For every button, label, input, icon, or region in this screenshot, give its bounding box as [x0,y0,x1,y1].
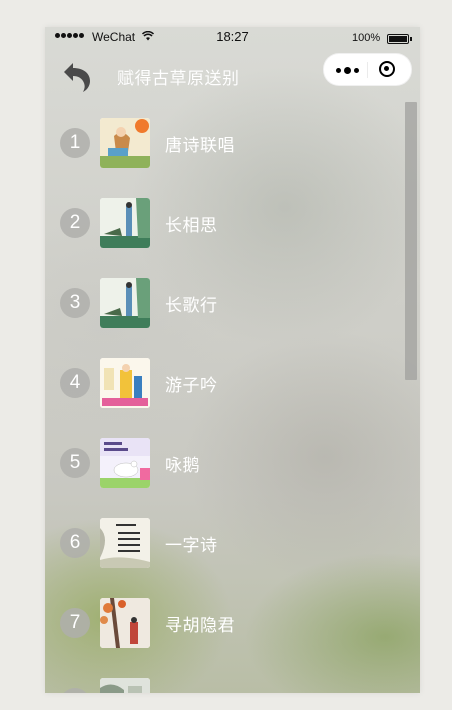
phone-screen: WeChat 18:27 100% 赋得古草原送别 1 唐诗联唱 2 长相思 3… [45,27,420,693]
battery-icon [387,34,412,44]
poem-list-item[interactable]: 3 长歌行 [45,273,405,333]
mini-program-capsule [323,53,412,86]
battery-percent: 100% [352,32,381,44]
capsule-divider [367,62,368,78]
poem-thumbnail [100,438,150,488]
poem-list-item[interactable] [45,673,405,693]
poem-title: 长相思 [165,216,218,236]
item-number: 4 [60,368,90,398]
item-number [60,688,90,693]
poem-thumbnail [100,198,150,248]
poem-title: 一字诗 [165,536,218,556]
poem-list-item[interactable]: 4 游子吟 [45,353,405,413]
item-number: 6 [60,528,90,558]
poem-list-item[interactable]: 2 长相思 [45,193,405,253]
more-options-icon[interactable] [336,67,359,74]
poem-title: 唐诗联唱 [165,136,235,156]
poem-thumbnail [100,598,150,648]
item-number: 3 [60,288,90,318]
poem-thumbnail [100,118,150,168]
item-number: 1 [60,128,90,158]
poem-thumbnail [100,518,150,568]
poem-thumbnail [100,278,150,328]
navigation-bar: 赋得古草原送别 [45,47,420,105]
poem-title: 游子吟 [165,376,218,396]
poem-thumbnail [100,358,150,408]
poem-list-item[interactable]: 5 咏鹅 [45,433,405,493]
item-number: 7 [60,608,90,638]
poem-list-item[interactable]: 7 寻胡隐君 [45,593,405,653]
poem-list-item[interactable]: 6 一字诗 [45,513,405,573]
scrollbar[interactable] [405,102,417,380]
item-number: 5 [60,448,90,478]
back-arrow-icon[interactable] [59,59,95,95]
page-title: 赋得古草原送别 [117,69,240,89]
poem-title: 长歌行 [165,296,218,316]
status-bar: WeChat 18:27 100% [45,27,420,47]
close-mini-program-icon[interactable] [379,61,395,77]
poem-title: 咏鹅 [165,456,200,476]
poem-list-item[interactable]: 1 唐诗联唱 [45,113,405,173]
poem-title: 寻胡隐君 [165,616,235,636]
poem-thumbnail [100,678,150,693]
item-number: 2 [60,208,90,238]
